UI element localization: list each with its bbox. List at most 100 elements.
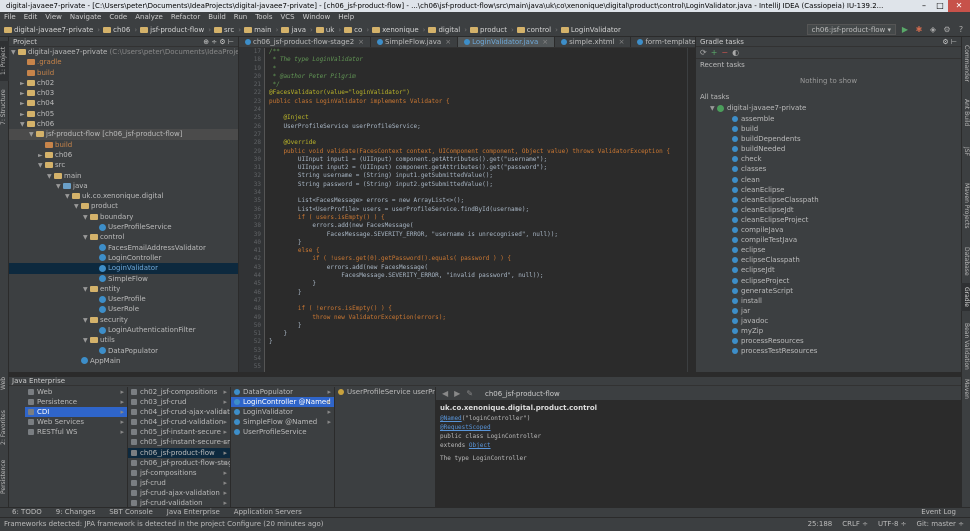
enterprise-item[interactable]: ch06_jsf-product-flow-stage ▸ — [128, 458, 230, 468]
gradle-task[interactable]: compileTestJava — [696, 235, 961, 245]
enterprise-item[interactable]: ch05_jsf-instant-secure-sma ▸ — [128, 437, 230, 447]
gradle-task[interactable]: cleanEclipseProject — [696, 215, 961, 225]
breadcrumb-item[interactable]: co › — [344, 26, 369, 34]
tab-favorites[interactable]: 2: Favorites — [0, 409, 9, 447]
event-log-button[interactable]: Event Log — [921, 508, 956, 517]
line-separator[interactable]: CRLF ÷ — [842, 518, 868, 531]
tree-item[interactable]: UserProfileService — [9, 222, 238, 232]
expand-arrow-icon[interactable]: ▼ — [11, 48, 18, 57]
enterprise-item[interactable]: UserProfileService — [231, 427, 334, 437]
gradle-task[interactable]: build — [696, 124, 961, 134]
enterprise-item[interactable]: LoginValidator ▸ — [231, 407, 334, 417]
gradle-task[interactable]: check — [696, 154, 961, 164]
enterprise-item[interactable]: ch02_jsf-compositions ▸ — [128, 387, 230, 397]
tree-item[interactable]: LoginAuthenticationFilter — [9, 325, 238, 335]
expand-arrow-icon[interactable]: ▼ — [20, 120, 27, 129]
menu-item-vcs[interactable]: VCS — [280, 12, 294, 23]
gradle-task[interactable]: compileJava — [696, 225, 961, 235]
tree-item[interactable]: ▼ boundary — [9, 212, 238, 222]
toolwindow-button[interactable]: Java Enterprise — [167, 508, 220, 517]
run-task-icon[interactable]: ◐ — [732, 48, 739, 57]
tree-item[interactable]: ► ch02 — [9, 78, 238, 88]
enterprise-item[interactable]: Persistence ▸ — [25, 397, 127, 407]
cursor-position[interactable]: 25:188 — [808, 518, 833, 531]
menu-item-navigate[interactable]: Navigate — [70, 12, 101, 23]
editor-tab[interactable]: ch06_jsf-product-flow-stage2 × — [239, 37, 372, 47]
tab-jsf[interactable]: JSF — [961, 137, 970, 167]
gradle-task[interactable]: generateScript — [696, 286, 961, 296]
tree-item[interactable]: ▼ main — [9, 171, 238, 181]
expand-arrow-icon[interactable]: ► — [20, 99, 27, 108]
panel-settings-icon[interactable]: ⚙ ⊢ — [942, 37, 961, 46]
enterprise-item[interactable]: SimpleFlow @Named ▸ — [231, 417, 334, 427]
tree-item[interactable]: .gradle — [9, 57, 238, 67]
enterprise-item[interactable]: DataPopulator ▸ — [231, 387, 334, 397]
file-encoding[interactable]: UTF-8 ÷ — [878, 518, 907, 531]
breadcrumb-item[interactable]: jsf-product-flow › — [140, 26, 211, 34]
named-annotation-link[interactable]: @Named — [440, 415, 462, 422]
coverage-icon[interactable]: ◈ — [928, 25, 938, 35]
enterprise-item[interactable]: ch03_jsf-crud ▸ — [128, 397, 230, 407]
expand-arrow-icon[interactable]: ▼ — [83, 233, 90, 242]
tree-item[interactable]: ► ch06 — [9, 150, 238, 160]
tree-item[interactable]: AppMain — [9, 356, 238, 366]
tab-persistence[interactable]: Persistence — [0, 457, 9, 497]
tree-item[interactable]: ▼ jsf-product-flow [ch06_jsf-product-flow… — [9, 129, 238, 140]
add-icon[interactable]: + — [711, 48, 718, 57]
help-icon[interactable]: ? — [956, 25, 966, 35]
expand-arrow-icon[interactable]: ▼ — [74, 202, 81, 211]
tree-item[interactable]: ▼ ch06 — [9, 119, 238, 129]
gradle-task[interactable]: install — [696, 296, 961, 306]
tree-item[interactable]: ▼ security — [9, 315, 238, 325]
expand-arrow-icon[interactable]: ► — [38, 151, 45, 160]
menu-item-help[interactable]: Help — [338, 12, 354, 23]
gradle-task[interactable]: eclipseJdt — [696, 265, 961, 275]
close-tab-icon[interactable]: × — [445, 37, 451, 48]
editor-scrollbar[interactable] — [687, 48, 695, 372]
menu-item-file[interactable]: File — [4, 12, 16, 23]
close-icon[interactable]: ✕ — [948, 0, 970, 12]
gradle-task[interactable]: cleanEclipseJdt — [696, 205, 961, 215]
expand-arrow-icon[interactable]: ▼ — [29, 130, 36, 139]
tab-commander[interactable]: Commander — [961, 43, 970, 83]
expand-arrow-icon[interactable]: ▼ — [83, 285, 90, 294]
gradle-task[interactable]: cleanEclipseClasspath — [696, 195, 961, 205]
menu-item-view[interactable]: View — [45, 12, 62, 23]
breadcrumb-item[interactable]: product › — [470, 26, 514, 34]
menu-item-window[interactable]: Window — [303, 12, 331, 23]
expand-arrow-icon[interactable]: ▼ — [83, 336, 90, 345]
gradle-task[interactable]: eclipseProject — [696, 276, 961, 286]
tree-item[interactable]: ▼ control — [9, 232, 238, 242]
enterprise-item[interactable]: jsf-crud-ajax-validation ▸ — [128, 488, 230, 498]
gradle-task[interactable]: classes — [696, 164, 961, 174]
breadcrumb-item[interactable]: digital › — [428, 26, 467, 34]
refresh-icon[interactable]: ⟳ — [700, 48, 707, 57]
tree-item[interactable]: DataPopulator — [9, 346, 238, 356]
back-icon[interactable]: ◀ — [442, 389, 448, 398]
tree-item[interactable]: ▼ digital-javaee7-private (C:\Users\peter… — [9, 47, 238, 57]
editor-tab[interactable]: LoginValidator.java × — [458, 37, 556, 47]
gradle-task[interactable]: myZip — [696, 326, 961, 336]
breadcrumb-item[interactable]: main › — [244, 26, 278, 34]
remove-icon[interactable]: − — [721, 48, 728, 57]
gradle-task[interactable]: assemble — [696, 114, 961, 124]
gradle-task[interactable]: processResources — [696, 336, 961, 346]
project-panel-title[interactable]: Project — [13, 37, 37, 46]
tab-database[interactable]: Database — [961, 241, 970, 281]
enterprise-item[interactable]: jsf-crud ▸ — [128, 478, 230, 488]
menu-item-tools[interactable]: Tools — [255, 12, 272, 23]
tree-item[interactable]: ▼ uk.co.xenonique.digital — [9, 191, 238, 201]
tree-item[interactable]: UserRole — [9, 304, 238, 314]
expand-arrow-icon[interactable]: ► — [20, 110, 27, 119]
object-link[interactable]: Object — [469, 442, 491, 449]
breadcrumb-item[interactable]: control › — [516, 26, 558, 34]
tab-web[interactable]: Web — [0, 373, 9, 393]
toolwindow-button[interactable]: 6: TODO — [12, 508, 42, 517]
enterprise-item[interactable]: ch04_jsf-crud-validation ▸ — [128, 417, 230, 427]
enterprise-item[interactable]: LoginController @Named ▸ — [231, 397, 334, 408]
expand-arrow-icon[interactable]: ▼ — [38, 161, 45, 170]
gradle-task[interactable]: buildNeeded — [696, 144, 961, 154]
tree-item[interactable]: ▼ utils — [9, 335, 238, 345]
menu-item-code[interactable]: Code — [109, 12, 127, 23]
enterprise-item[interactable]: jsf-compositions ▸ — [128, 468, 230, 478]
